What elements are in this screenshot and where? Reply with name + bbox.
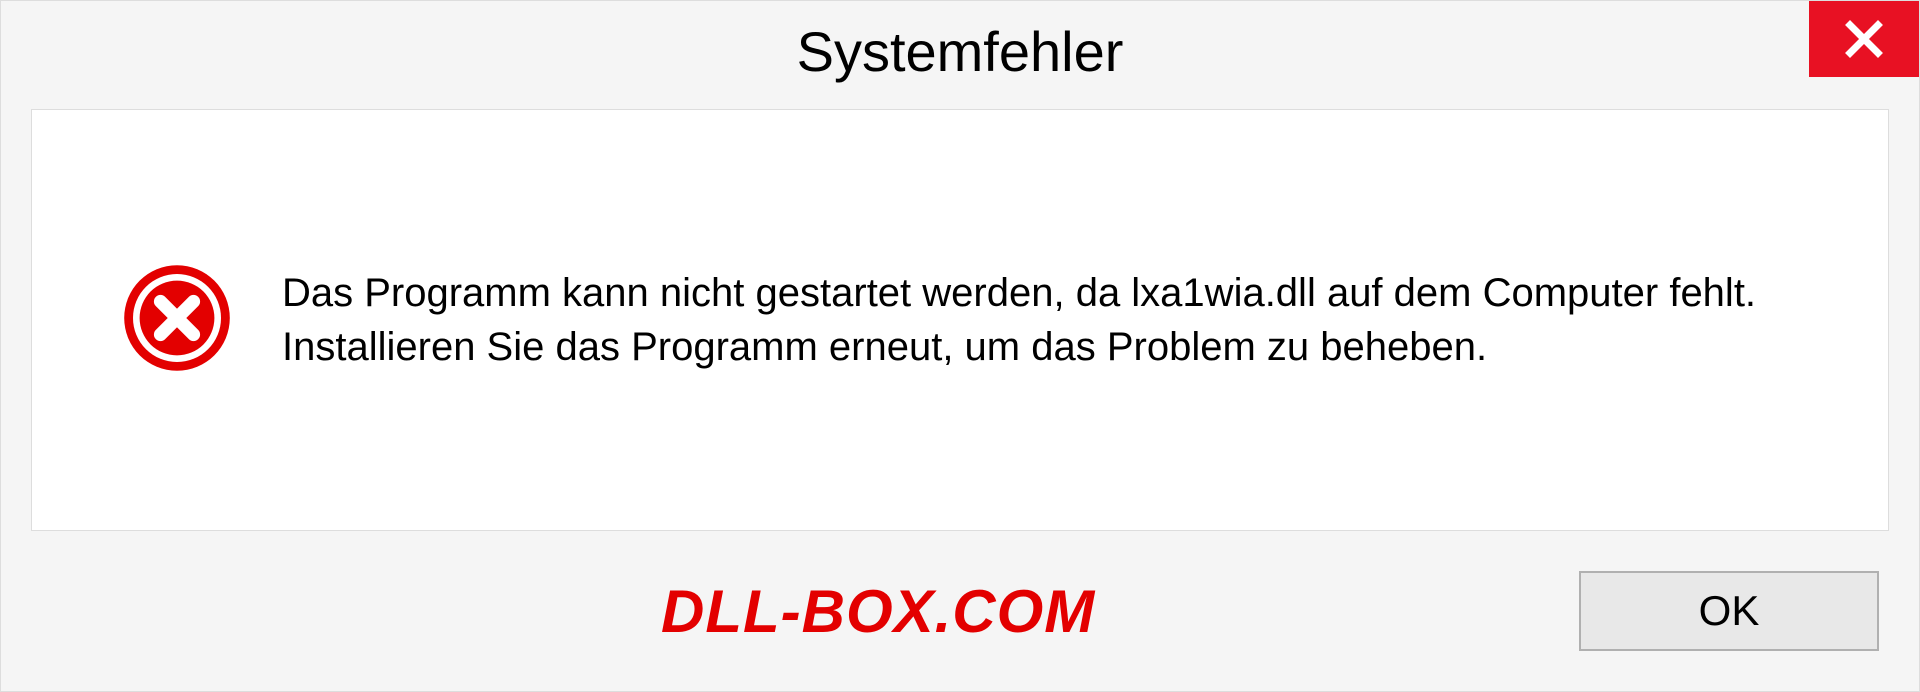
content-area: Das Programm kann nicht gestartet werden… (31, 109, 1889, 531)
titlebar: Systemfehler (1, 1, 1919, 101)
watermark-text: DLL-BOX.COM (661, 577, 1095, 646)
error-message: Das Programm kann nicht gestartet werden… (282, 266, 1782, 374)
error-icon (122, 263, 232, 373)
close-button[interactable] (1809, 1, 1919, 77)
error-icon-wrap (122, 263, 232, 378)
close-icon (1843, 18, 1885, 60)
ok-button-label: OK (1699, 587, 1760, 635)
footer: DLL-BOX.COM OK (1, 551, 1919, 691)
error-dialog: Systemfehler Das Programm kann nicht ges… (0, 0, 1920, 692)
ok-button[interactable]: OK (1579, 571, 1879, 651)
dialog-title: Systemfehler (797, 19, 1124, 84)
